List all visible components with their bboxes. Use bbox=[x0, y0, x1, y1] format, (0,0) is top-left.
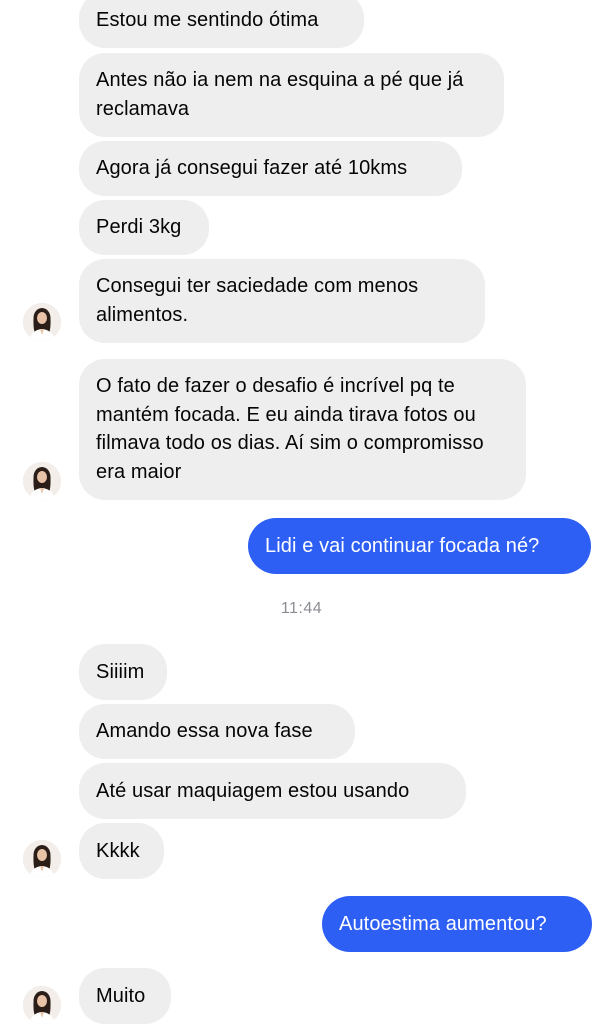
chat-thread: Estou me sentindo ótima Antes não ia nem… bbox=[0, 0, 603, 1024]
incoming-message[interactable]: Siiiim bbox=[79, 644, 167, 700]
incoming-message[interactable]: O fato de fazer o desafio é incrível pq … bbox=[79, 359, 526, 500]
incoming-message[interactable]: Estou me sentindo ótima bbox=[79, 0, 364, 48]
incoming-message[interactable]: Perdi 3kg bbox=[79, 200, 209, 255]
incoming-message[interactable]: Antes não ia nem na esquina a pé que já … bbox=[79, 53, 504, 137]
contact-avatar[interactable] bbox=[23, 840, 61, 878]
incoming-message[interactable]: Até usar maquiagem estou usando bbox=[79, 763, 466, 819]
incoming-message[interactable]: Consegui ter saciedade com menos aliment… bbox=[79, 259, 485, 343]
contact-avatar[interactable] bbox=[23, 303, 61, 341]
person-photo-icon bbox=[23, 986, 61, 1024]
contact-avatar[interactable] bbox=[23, 462, 61, 500]
person-photo-icon bbox=[23, 462, 61, 500]
outgoing-message[interactable]: Lidi e vai continuar focada né? bbox=[248, 518, 591, 574]
incoming-message[interactable]: Amando essa nova fase bbox=[79, 704, 355, 759]
person-photo-icon bbox=[23, 303, 61, 341]
person-photo-icon bbox=[23, 840, 61, 878]
contact-avatar[interactable] bbox=[23, 986, 61, 1024]
incoming-message[interactable]: Agora já consegui fazer até 10kms bbox=[79, 141, 462, 196]
incoming-message[interactable]: Kkkk bbox=[79, 823, 164, 879]
message-timestamp: 11:44 bbox=[280, 600, 323, 617]
incoming-message[interactable]: Muito bbox=[79, 968, 171, 1024]
outgoing-message[interactable]: Autoestima aumentou? bbox=[322, 896, 592, 952]
